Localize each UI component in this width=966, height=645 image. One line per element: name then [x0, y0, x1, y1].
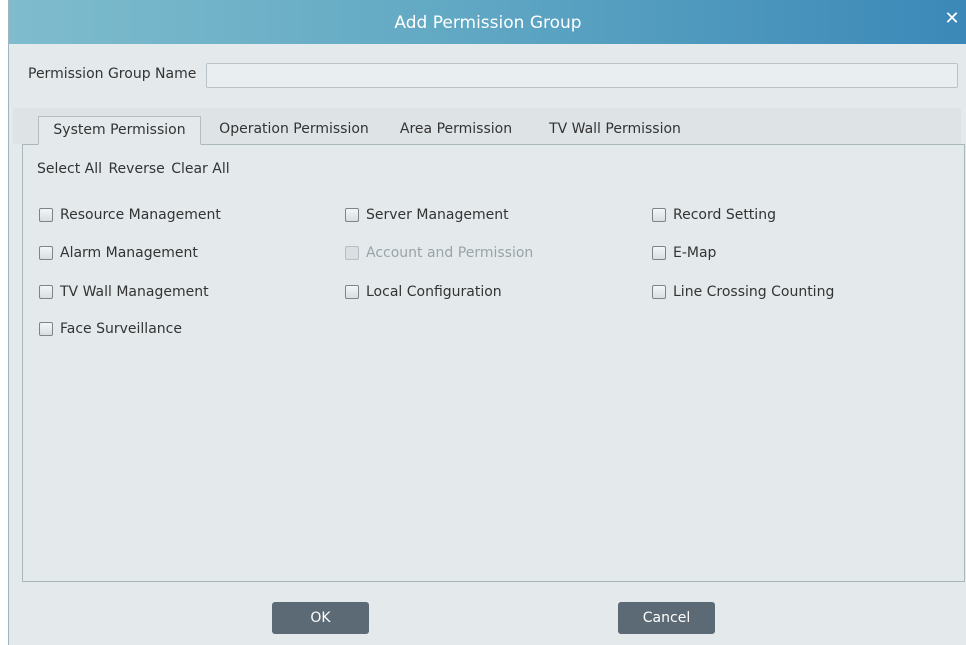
checkbox-alarm-management[interactable]: Alarm Management — [39, 243, 198, 263]
checkbox-line-crossing-counting[interactable]: Line Crossing Counting — [652, 282, 834, 302]
tab-system-permission[interactable]: System Permission — [38, 116, 201, 145]
checkbox-local-configuration[interactable]: Local Configuration — [345, 282, 502, 302]
permission-label: Face Surveillance — [60, 321, 182, 337]
checkbox-icon[interactable] — [345, 208, 359, 222]
clear-all-link[interactable]: Clear All — [171, 161, 229, 177]
select-all-link[interactable]: Select All — [37, 161, 102, 177]
permission-label: Local Configuration — [366, 284, 502, 300]
checkbox-icon[interactable] — [39, 285, 53, 299]
permission-tabs: System Permission Operation Permission A… — [13, 108, 961, 145]
ok-button[interactable]: OK — [272, 602, 369, 634]
permission-label: Line Crossing Counting — [673, 284, 835, 300]
checkbox-icon[interactable] — [652, 246, 666, 260]
checkbox-server-management[interactable]: Server Management — [345, 205, 509, 225]
checkbox-face-surveillance[interactable]: Face Surveillance — [39, 319, 182, 339]
tab-tv-wall-permission[interactable]: TV Wall Permission — [535, 116, 695, 145]
close-icon[interactable]: ✕ — [943, 10, 961, 28]
dialog-titlebar[interactable]: Add Permission Group ✕ — [9, 0, 966, 44]
system-permission-panel: Select All Reverse Clear All Resource Ma… — [22, 144, 965, 582]
checkbox-icon[interactable] — [652, 208, 666, 222]
permission-label: E-Map — [673, 245, 717, 261]
checkbox-icon[interactable] — [345, 285, 359, 299]
checkbox-icon[interactable] — [39, 208, 53, 222]
dialog-title: Add Permission Group — [394, 13, 582, 33]
permission-label: Resource Management — [60, 207, 221, 223]
checkbox-icon[interactable] — [39, 322, 53, 336]
tab-operation-permission[interactable]: Operation Permission — [207, 116, 381, 145]
quick-actions: Select All Reverse Clear All — [37, 161, 232, 177]
cancel-button[interactable]: Cancel — [618, 602, 715, 634]
add-permission-group-dialog: Add Permission Group ✕ Permission Group … — [8, 0, 966, 645]
group-name-input[interactable] — [206, 63, 958, 88]
reverse-link[interactable]: Reverse — [108, 161, 164, 177]
checkbox-resource-management[interactable]: Resource Management — [39, 205, 221, 225]
checkbox-icon — [345, 246, 359, 260]
checkbox-icon[interactable] — [39, 246, 53, 260]
checkbox-tv-wall-management[interactable]: TV Wall Management — [39, 282, 209, 302]
group-name-label: Permission Group Name — [28, 66, 197, 82]
group-name-row: Permission Group Name — [9, 60, 966, 90]
permission-label: TV Wall Management — [60, 284, 209, 300]
permission-label: Account and Permission — [366, 245, 534, 261]
checkbox-icon[interactable] — [652, 285, 666, 299]
checkbox-e-map[interactable]: E-Map — [652, 243, 716, 263]
permission-label: Alarm Management — [60, 245, 198, 261]
permission-label: Record Setting — [673, 207, 776, 223]
checkbox-account-and-permission: Account and Permission — [345, 243, 533, 263]
checkbox-record-setting[interactable]: Record Setting — [652, 205, 776, 225]
tab-area-permission[interactable]: Area Permission — [391, 116, 521, 145]
permission-label: Server Management — [366, 207, 509, 223]
